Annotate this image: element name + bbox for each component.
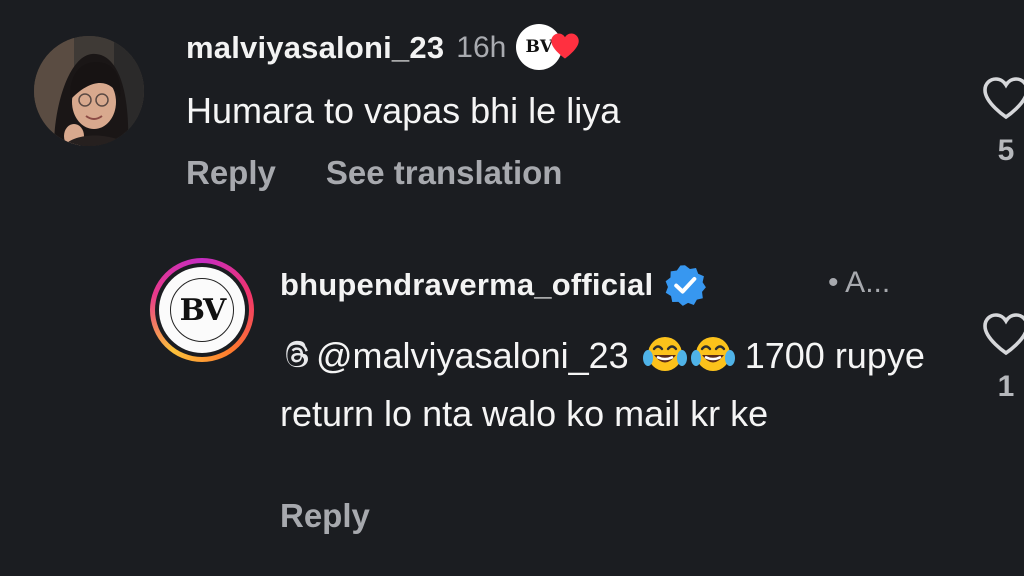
reply-username[interactable]: bhupendraverma_official [280,267,653,303]
comment-text: Humara to vapas bhi le liya [186,90,621,131]
reply-like-column: 1 [976,312,1024,404]
red-heart-icon [551,33,580,59]
comments-screen: malviyasaloni_23 16h BV Humara to vapas … [0,0,1024,576]
reply-meta-truncated: • A... [828,266,891,299]
comment-timestamp: 16h [456,31,507,64]
laughing-emoji-1 [642,334,687,388]
creator-mini-avatar-text: BV [525,37,554,57]
reply-actions: Reply [280,497,370,535]
comment-actions: Reply See translation [186,154,562,192]
liked-by-creator-badge: BV [516,23,586,73]
commenter-avatar-image [34,36,144,146]
laughing-emoji-2 [690,334,735,388]
threads-at-icon [286,340,308,368]
heart-outline-icon[interactable] [982,312,1024,356]
commenter-username[interactable]: malviyasaloni_23 [186,30,444,66]
reply-mention-link[interactable]: @malviyasaloni_23 [316,335,629,376]
reply-header: bhupendraverma_official [280,262,707,308]
reply-to-reply-button[interactable]: Reply [280,497,370,534]
heart-outline-icon[interactable] [982,76,1024,120]
official-avatar-gap: BV [155,263,249,357]
logo-ring [170,278,234,342]
reply-like-count: 1 [997,370,1015,403]
reply-text: @malviyasaloni_23 1700 rupye return lo n… [280,330,940,440]
official-avatar: BV [159,267,245,353]
official-avatar-story-ring[interactable]: BV [150,258,254,362]
comment-header: malviyasaloni_23 16h BV [186,24,586,72]
comment-like-column: 5 [976,76,1024,168]
comment-like-count: 5 [997,134,1015,167]
commenter-avatar[interactable] [34,36,144,146]
verified-badge-icon [665,265,707,306]
reply-button[interactable]: Reply [186,154,276,192]
see-translation-button[interactable]: See translation [326,154,563,192]
